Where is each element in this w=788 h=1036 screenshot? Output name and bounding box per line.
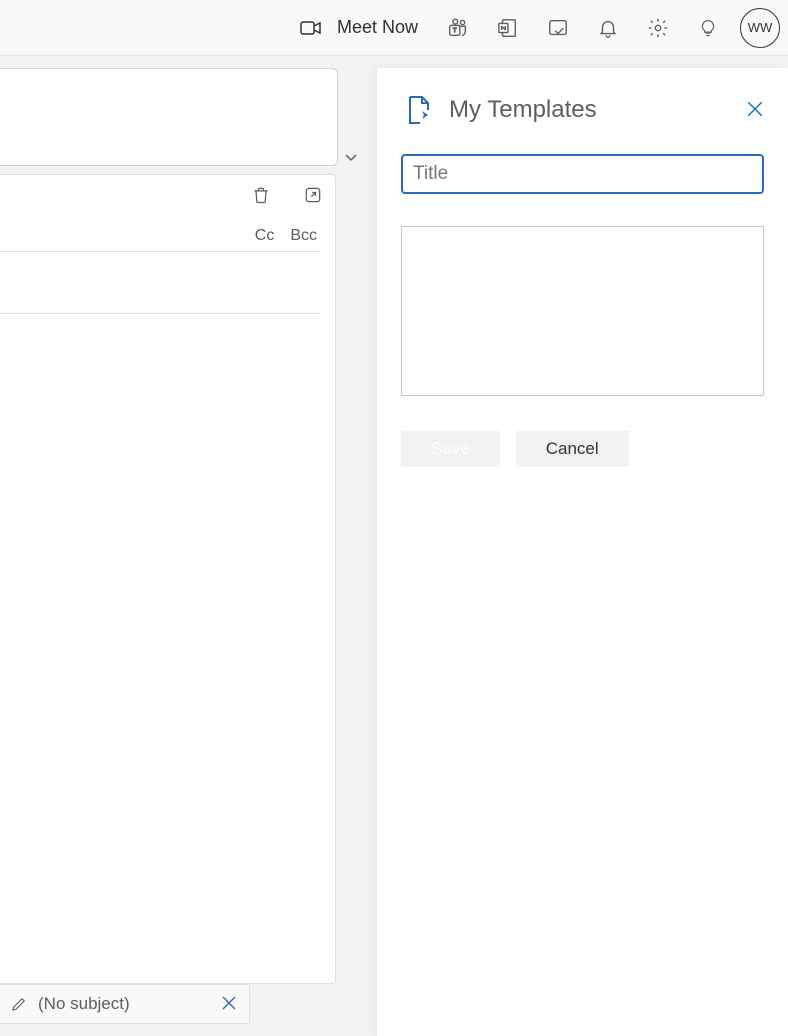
lightbulb-icon[interactable] [684, 4, 732, 52]
compose-card: Cc Bcc [0, 174, 336, 984]
avatar-initials: WW [748, 20, 773, 35]
gear-icon[interactable] [634, 4, 682, 52]
cancel-button[interactable]: Cancel [516, 431, 629, 467]
avatar[interactable]: WW [740, 8, 780, 48]
panel-header: My Templates [377, 68, 788, 126]
todo-icon[interactable] [534, 4, 582, 52]
top-bar: Meet Now [0, 0, 788, 56]
draft-tab[interactable]: (No subject) [0, 984, 250, 1024]
templates-icon [403, 94, 435, 126]
cc-bcc-row: Cc Bcc [255, 227, 317, 245]
meet-now-button[interactable]: Meet Now [285, 10, 432, 46]
template-title-input[interactable] [401, 154, 764, 194]
close-icon[interactable] [746, 100, 766, 120]
from-dropdown-box[interactable] [0, 68, 338, 166]
bcc-button[interactable]: Bcc [290, 227, 317, 245]
bell-icon[interactable] [584, 4, 632, 52]
workspace: Cc Bcc My Templates [0, 56, 788, 1024]
panel-body: Save Cancel [377, 126, 788, 467]
panel-buttons: Save Cancel [401, 431, 764, 467]
trash-icon[interactable] [249, 183, 273, 207]
template-body-input[interactable] [401, 226, 764, 396]
templates-panel: My Templates Save Cancel [377, 68, 788, 1036]
pencil-icon [10, 995, 28, 1013]
meet-now-label: Meet Now [337, 17, 418, 38]
close-icon[interactable] [221, 995, 239, 1013]
save-button[interactable]: Save [401, 431, 500, 467]
onenote-feed-icon[interactable] [484, 4, 532, 52]
video-icon [299, 16, 323, 40]
teams-icon[interactable] [434, 4, 482, 52]
subject-field-underline [0, 313, 321, 314]
cc-button[interactable]: Cc [255, 227, 275, 245]
panel-title: My Templates [449, 96, 746, 124]
draft-tab-label: (No subject) [38, 994, 211, 1014]
chevron-down-icon[interactable] [340, 146, 362, 168]
popout-icon[interactable] [301, 183, 325, 207]
to-field-underline [0, 251, 321, 252]
